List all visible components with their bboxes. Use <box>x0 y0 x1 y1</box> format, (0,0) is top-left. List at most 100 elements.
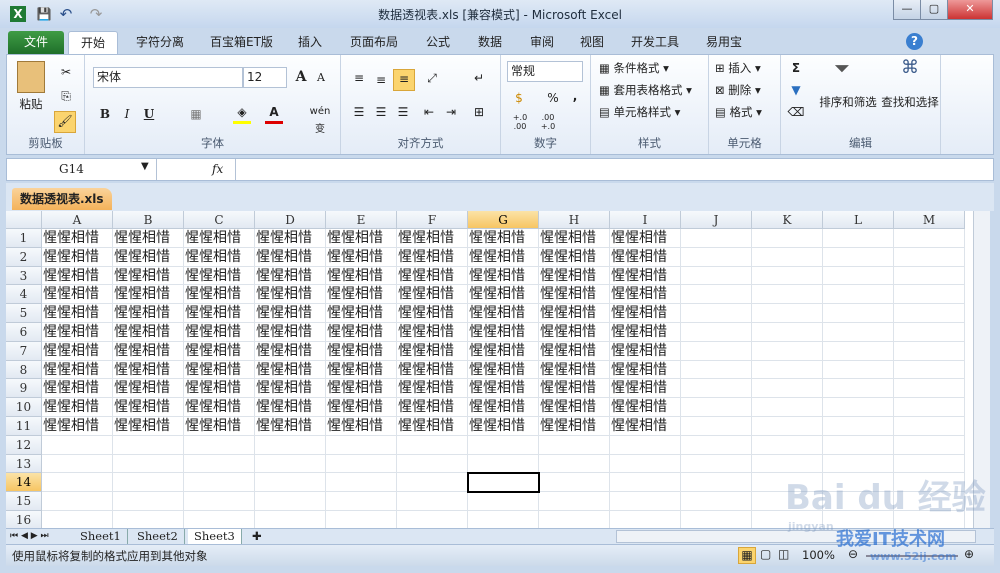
cell[interactable] <box>681 323 752 342</box>
cell[interactable]: 惺惺相惜 <box>610 266 681 286</box>
cell[interactable] <box>823 492 894 511</box>
cell[interactable] <box>468 492 539 511</box>
cell[interactable] <box>326 435 397 455</box>
cell[interactable] <box>823 511 894 528</box>
cell[interactable]: 惺惺相惜 <box>113 247 184 267</box>
cell[interactable] <box>255 473 326 493</box>
column-header[interactable]: K <box>752 211 823 229</box>
cell[interactable] <box>397 435 468 455</box>
row-header[interactable]: 11 <box>6 417 42 436</box>
row-header[interactable]: 14 <box>6 473 42 493</box>
cell[interactable] <box>610 435 681 455</box>
cell[interactable]: 惺惺相惜 <box>113 398 184 417</box>
cell[interactable]: 惺惺相惜 <box>255 360 326 380</box>
cell[interactable]: 惺惺相惜 <box>255 229 326 248</box>
format-as-table-button[interactable]: ▦ 套用表格格式 ▾ <box>599 81 692 99</box>
cell[interactable]: 惺惺相惜 <box>255 398 326 417</box>
cell[interactable]: 惺惺相惜 <box>113 304 184 323</box>
cell[interactable] <box>42 511 113 528</box>
cell[interactable] <box>42 435 113 455</box>
cell[interactable] <box>752 398 823 417</box>
cell[interactable]: 惺惺相惜 <box>468 398 539 417</box>
cell[interactable]: 惺惺相惜 <box>397 341 468 361</box>
cell[interactable] <box>468 511 539 528</box>
cell[interactable]: 惺惺相惜 <box>42 398 113 417</box>
sheet-tab-2[interactable]: Sheet2 <box>131 529 185 545</box>
row-header[interactable]: 2 <box>6 247 42 267</box>
cell[interactable]: 惺惺相惜 <box>539 360 610 380</box>
cell[interactable]: 惺惺相惜 <box>184 247 255 267</box>
phonetic-icon[interactable]: wén 变 <box>305 103 335 139</box>
cell[interactable] <box>894 229 965 248</box>
cell[interactable] <box>752 417 823 436</box>
format-painter-icon[interactable]: 🖌 <box>54 111 76 133</box>
cell[interactable]: 惺惺相惜 <box>184 304 255 323</box>
cell[interactable] <box>681 473 752 493</box>
cell[interactable] <box>113 473 184 493</box>
cell[interactable] <box>539 435 610 455</box>
increase-indent-icon[interactable]: ⇥ <box>441 103 461 121</box>
column-header[interactable]: M <box>894 211 965 229</box>
cell[interactable]: 惺惺相惜 <box>610 229 681 248</box>
cell[interactable] <box>326 473 397 493</box>
normal-view-button[interactable]: ▦ <box>738 547 756 564</box>
cell[interactable] <box>539 454 610 474</box>
cell[interactable]: 惺惺相惜 <box>610 323 681 342</box>
cell[interactable] <box>113 492 184 511</box>
cell[interactable] <box>42 473 113 493</box>
align-center-icon[interactable]: ☰ <box>371 103 391 121</box>
cell[interactable] <box>681 454 752 474</box>
cell[interactable]: 惺惺相惜 <box>326 398 397 417</box>
name-box[interactable]: G14 <box>7 159 157 180</box>
tab-char-split[interactable]: 字符分离 <box>124 31 196 54</box>
cell[interactable]: 惺惺相惜 <box>184 379 255 399</box>
cell[interactable] <box>752 435 823 455</box>
cell[interactable] <box>823 379 894 399</box>
cell[interactable]: 惺惺相惜 <box>184 323 255 342</box>
cell[interactable] <box>894 285 965 305</box>
cell[interactable] <box>894 398 965 417</box>
cell[interactable] <box>681 511 752 528</box>
cell[interactable]: 惺惺相惜 <box>397 285 468 305</box>
cell[interactable]: 惺惺相惜 <box>113 360 184 380</box>
page-break-view-button[interactable]: ◫ <box>778 547 789 561</box>
cell[interactable] <box>184 435 255 455</box>
tab-formulas[interactable]: 公式 <box>414 31 462 54</box>
cell[interactable]: 惺惺相惜 <box>610 341 681 361</box>
cell[interactable]: 惺惺相惜 <box>113 229 184 248</box>
cell[interactable]: 惺惺相惜 <box>113 266 184 286</box>
row-header[interactable]: 5 <box>6 304 42 323</box>
cell[interactable]: 惺惺相惜 <box>539 379 610 399</box>
cell[interactable] <box>681 398 752 417</box>
cell[interactable] <box>894 417 965 436</box>
zoom-in-button[interactable]: ⊕ <box>964 547 974 561</box>
tab-file[interactable]: 文件 <box>8 31 64 54</box>
cell[interactable] <box>823 304 894 323</box>
cell[interactable]: 惺惺相惜 <box>326 417 397 436</box>
cell[interactable]: 惺惺相惜 <box>255 285 326 305</box>
cell[interactable]: 惺惺相惜 <box>468 360 539 380</box>
close-button[interactable]: ✕ <box>947 0 993 20</box>
cell[interactable] <box>539 473 610 493</box>
percent-button[interactable]: % <box>545 89 561 107</box>
sheet-tab-1[interactable]: Sheet1 <box>74 529 128 545</box>
page-layout-view-button[interactable]: ▢ <box>760 547 771 561</box>
cell[interactable]: 惺惺相惜 <box>539 304 610 323</box>
format-cells-button[interactable]: ▤ 格式 ▾ <box>715 103 762 121</box>
cell[interactable] <box>255 511 326 528</box>
cell[interactable]: 惺惺相惜 <box>255 247 326 267</box>
sheet-nav-arrows[interactable]: ⏮ ◀ ▶ ⏭ <box>10 529 49 544</box>
cell[interactable]: 惺惺相惜 <box>255 379 326 399</box>
cell[interactable] <box>397 511 468 528</box>
row-header[interactable]: 8 <box>6 360 42 380</box>
cell[interactable] <box>894 473 965 493</box>
cell[interactable]: 惺惺相惜 <box>397 417 468 436</box>
cell[interactable] <box>752 229 823 248</box>
cell[interactable]: 惺惺相惜 <box>397 323 468 342</box>
clear-icon[interactable]: ⌫ <box>787 103 805 121</box>
row-header[interactable]: 16 <box>6 511 42 528</box>
number-format-select[interactable]: 常规 <box>507 61 583 82</box>
sort-filter-icon[interactable]: ⏷ <box>827 58 857 78</box>
insert-function-button[interactable]: fx <box>212 162 223 176</box>
cell[interactable] <box>184 511 255 528</box>
